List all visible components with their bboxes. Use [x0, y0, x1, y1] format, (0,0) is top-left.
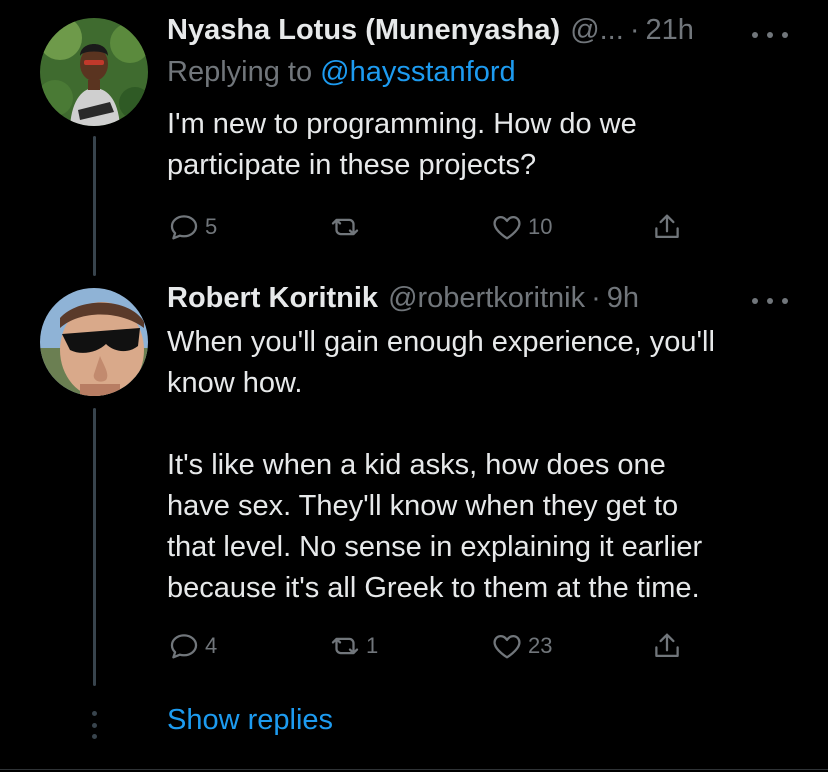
thread-line	[93, 408, 96, 686]
more-icon[interactable]	[752, 20, 788, 50]
reply-icon	[170, 215, 198, 240]
retweet-button[interactable]: 1	[328, 629, 378, 663]
author-name[interactable]: Nyasha Lotus (Munenyasha)	[167, 14, 560, 47]
separator: ·	[591, 282, 601, 314]
show-replies-link[interactable]: Show replies	[167, 704, 333, 737]
replying-to-link[interactable]: @haysstanford	[320, 56, 515, 88]
share-button[interactable]	[650, 210, 684, 244]
author-name[interactable]: Robert Koritnik	[167, 282, 378, 315]
reply-count: 4	[205, 633, 218, 658]
more-icon[interactable]	[752, 286, 788, 316]
reply-count: 5	[205, 214, 218, 239]
thread-dots-icon	[90, 711, 98, 739]
like-icon	[493, 634, 521, 659]
replying-to: Replying to @haysstanford	[167, 56, 788, 96]
retweet-icon	[331, 218, 359, 236]
share-icon	[655, 214, 679, 239]
retweet-icon	[331, 637, 359, 655]
retweet-count: 1	[366, 633, 379, 658]
like-count: 10	[528, 214, 553, 239]
divider	[0, 769, 828, 770]
thread-line	[93, 136, 96, 276]
reply-button[interactable]: 4	[167, 629, 217, 663]
avatar[interactable]	[40, 18, 148, 126]
tweet[interactable]: Robert Koritnik @robertkoritnik · 9h Whe…	[167, 282, 788, 609]
timestamp[interactable]: 21h	[645, 14, 693, 47]
reply-icon	[170, 634, 198, 659]
timestamp[interactable]: 9h	[607, 282, 639, 315]
separator: ·	[629, 14, 640, 46]
tweet-header: Robert Koritnik @robertkoritnik · 9h	[167, 282, 788, 322]
reply-button[interactable]: 5	[167, 210, 217, 244]
tweet[interactable]: Nyasha Lotus (Munenyasha) @... · 21h Rep…	[167, 14, 788, 186]
tweet-text: I'm new to programming. How do we partic…	[167, 108, 637, 181]
retweet-button[interactable]	[328, 210, 366, 244]
tweet-header: Nyasha Lotus (Munenyasha) @... · 21h	[167, 14, 788, 54]
author-handle[interactable]: @...	[570, 14, 624, 47]
like-icon	[493, 215, 521, 240]
author-handle[interactable]: @robertkoritnik	[388, 282, 585, 315]
replying-prefix: Replying to	[167, 56, 321, 88]
share-button[interactable]	[650, 629, 684, 663]
avatar[interactable]	[40, 288, 148, 396]
tweet-text: When you'll gain enough experience, you'…	[167, 326, 715, 604]
share-icon	[655, 633, 679, 658]
like-count: 23	[528, 633, 553, 658]
like-button[interactable]: 23	[490, 629, 552, 663]
like-button[interactable]: 10	[490, 210, 552, 244]
